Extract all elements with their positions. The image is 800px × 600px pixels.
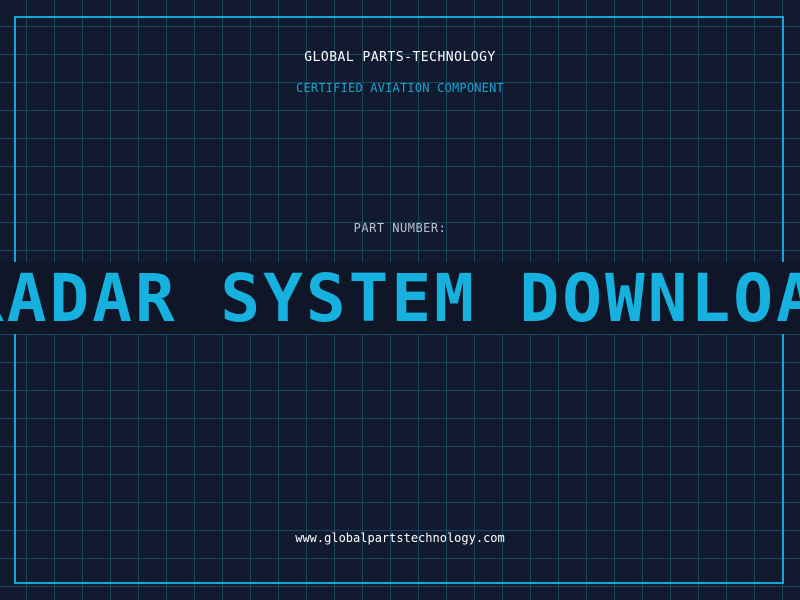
part-number-value: RADAR SYSTEM DOWNLOAD <box>0 262 800 334</box>
part-number-band: RADAR SYSTEM DOWNLOAD <box>0 262 800 334</box>
website-link[interactable]: www.globalpartstechnology.com <box>0 531 800 545</box>
certification-tagline: CERTIFIED AVIATION COMPONENT <box>296 81 504 95</box>
part-number-label: PART NUMBER: <box>353 221 447 235</box>
company-name: GLOBAL PARTS-TECHNOLOGY <box>304 50 496 65</box>
